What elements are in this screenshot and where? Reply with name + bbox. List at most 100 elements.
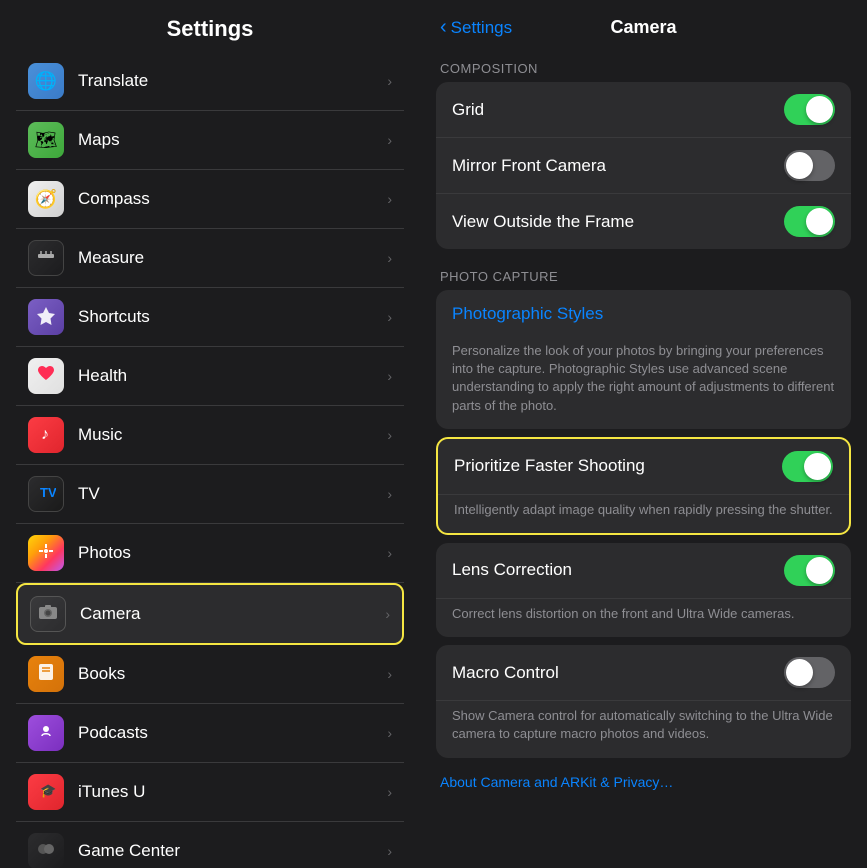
translate-chevron-icon: › xyxy=(387,73,392,89)
shortcuts-chevron-icon: › xyxy=(387,309,392,325)
about-camera-link[interactable]: About Camera and ARKit & Privacy… xyxy=(420,760,867,804)
lens-correction-toggle[interactable] xyxy=(784,555,835,586)
maps-icon: 🗺 xyxy=(28,122,64,158)
maps-chevron-icon: › xyxy=(387,132,392,148)
compass-icon: 🧭 xyxy=(28,181,64,217)
camera-settings-panel: ‹ Settings Camera COMPOSITION Grid Mirro… xyxy=(420,0,867,868)
settings-left-panel: Settings 🌐Translate›🗺Maps›🧭Compass›Measu… xyxy=(0,0,420,868)
shortcuts-icon-glyph xyxy=(36,305,56,330)
prioritize-faster-shooting-label: Prioritize Faster Shooting xyxy=(454,456,782,476)
view-outside-frame-row[interactable]: View Outside the Frame xyxy=(436,194,851,249)
lens-correction-card: Lens Correction Correct lens distortion … xyxy=(436,543,851,637)
shortcuts-icon xyxy=(28,299,64,335)
measure-label: Measure xyxy=(78,248,387,268)
lens-correction-row[interactable]: Lens Correction xyxy=(436,543,851,599)
health-icon-glyph xyxy=(36,364,56,389)
right-header: ‹ Settings Camera xyxy=(420,0,867,49)
translate-icon: 🌐 xyxy=(28,63,64,99)
svg-text:TV: TV xyxy=(40,485,56,500)
view-outside-frame-toggle[interactable] xyxy=(784,206,835,237)
tv-icon-glyph: TV xyxy=(36,482,56,507)
music-chevron-icon: › xyxy=(387,427,392,443)
composition-card: Grid Mirror Front Camera View Outside th… xyxy=(436,82,851,249)
prioritize-faster-shooting-toggle[interactable] xyxy=(782,451,833,482)
grid-row[interactable]: Grid xyxy=(436,82,851,138)
sidebar-item-health[interactable]: Health› xyxy=(16,347,404,406)
lens-correction-label: Lens Correction xyxy=(452,560,784,580)
macro-control-card: Macro Control Show Camera control for au… xyxy=(436,645,851,757)
sidebar-item-books[interactable]: Books› xyxy=(16,645,404,704)
mirror-front-camera-row[interactable]: Mirror Front Camera xyxy=(436,138,851,194)
macro-control-toggle[interactable] xyxy=(784,657,835,688)
view-outside-frame-label: View Outside the Frame xyxy=(452,212,784,232)
music-icon-glyph: ♪ xyxy=(36,423,56,448)
tv-icon: TV xyxy=(28,476,64,512)
prioritize-faster-shooting-row[interactable]: Prioritize Faster Shooting xyxy=(438,439,849,495)
sidebar-item-measure[interactable]: Measure› xyxy=(16,229,404,288)
left-header: Settings xyxy=(0,0,420,52)
camera-icon-glyph xyxy=(38,602,58,627)
camera-label: Camera xyxy=(80,604,385,624)
compass-icon-glyph: 🧭 xyxy=(35,189,57,210)
macro-control-knob xyxy=(786,659,813,686)
podcasts-chevron-icon: › xyxy=(387,725,392,741)
sidebar-item-tv[interactable]: TVTV› xyxy=(16,465,404,524)
prioritize-toggle-knob xyxy=(804,453,831,480)
sidebar-item-camera[interactable]: Camera› xyxy=(16,583,404,645)
photos-icon-glyph xyxy=(36,541,56,566)
measure-icon-glyph xyxy=(36,246,56,271)
lens-correction-description: Correct lens distortion on the front and… xyxy=(436,599,851,637)
itunes-u-chevron-icon: › xyxy=(387,784,392,800)
macro-control-row[interactable]: Macro Control xyxy=(436,645,851,701)
photographic-styles-label: Photographic Styles xyxy=(452,304,603,324)
mirror-front-camera-toggle[interactable] xyxy=(784,150,835,181)
view-outside-toggle-knob xyxy=(806,208,833,235)
grid-toggle[interactable] xyxy=(784,94,835,125)
photographic-styles-description: Personalize the look of your photos by b… xyxy=(436,338,851,429)
tv-label: TV xyxy=(78,484,387,504)
svg-text:♪: ♪ xyxy=(41,426,49,443)
books-label: Books xyxy=(78,664,387,684)
photographic-styles-row[interactable]: Photographic Styles xyxy=(436,290,851,338)
sidebar-item-photos[interactable]: Photos› xyxy=(16,524,404,583)
sidebar-item-maps[interactable]: 🗺 Maps› xyxy=(16,111,404,170)
lens-correction-knob xyxy=(806,557,833,584)
itunes-u-icon-glyph: 🎓 xyxy=(36,780,56,805)
back-label: Settings xyxy=(451,18,512,38)
sidebar-item-shortcuts[interactable]: Shortcuts› xyxy=(16,288,404,347)
back-button[interactable]: ‹ Settings xyxy=(440,16,512,39)
sidebar-item-game-center[interactable]: Game Center› xyxy=(16,822,404,868)
podcasts-icon xyxy=(28,715,64,751)
camera-title: Camera xyxy=(610,17,676,38)
composition-section-label: COMPOSITION xyxy=(420,49,867,82)
settings-title: Settings xyxy=(20,16,400,42)
sidebar-item-podcasts[interactable]: Podcasts› xyxy=(16,704,404,763)
grid-label: Grid xyxy=(452,100,784,120)
music-icon: ♪ xyxy=(28,417,64,453)
books-chevron-icon: › xyxy=(387,666,392,682)
back-chevron-icon: ‹ xyxy=(440,16,447,39)
prioritize-faster-shooting-card: Prioritize Faster Shooting Intelligently… xyxy=(436,437,851,535)
grid-toggle-knob xyxy=(806,96,833,123)
compass-chevron-icon: › xyxy=(387,191,392,207)
books-icon-glyph xyxy=(36,662,56,687)
sidebar-item-compass[interactable]: 🧭Compass› xyxy=(16,170,404,229)
sidebar-item-itunes-u[interactable]: 🎓iTunes U› xyxy=(16,763,404,822)
svg-text:🎓: 🎓 xyxy=(40,783,56,798)
macro-control-description: Show Camera control for automatically sw… xyxy=(436,701,851,757)
camera-icon xyxy=(30,596,66,632)
game-center-chevron-icon: › xyxy=(387,843,392,859)
game-center-icon-glyph xyxy=(36,839,56,864)
maps-label: Maps xyxy=(78,130,387,150)
music-label: Music xyxy=(78,425,387,445)
health-chevron-icon: › xyxy=(387,368,392,384)
measure-icon xyxy=(28,240,64,276)
sidebar-item-translate[interactable]: 🌐Translate› xyxy=(16,52,404,111)
itunes-u-icon: 🎓 xyxy=(28,774,64,810)
podcasts-icon-glyph xyxy=(36,721,56,746)
shortcuts-label: Shortcuts xyxy=(78,307,387,327)
books-icon xyxy=(28,656,64,692)
sidebar-item-music[interactable]: ♪ Music› xyxy=(16,406,404,465)
mirror-front-camera-label: Mirror Front Camera xyxy=(452,156,784,176)
health-icon xyxy=(28,358,64,394)
